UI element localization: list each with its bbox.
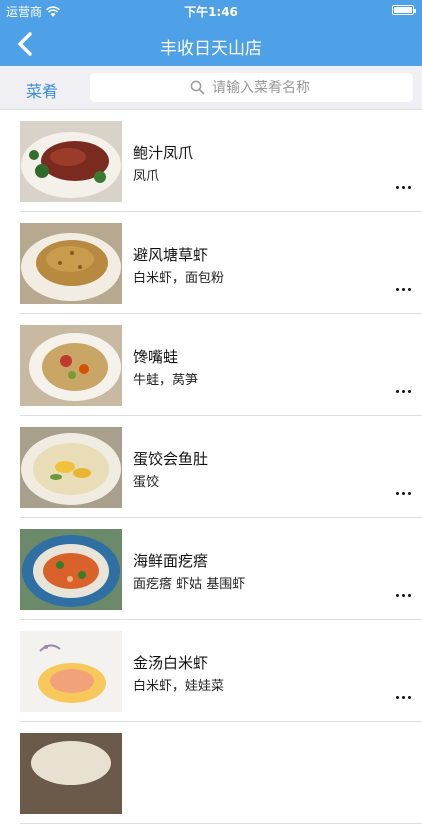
dish-ingredients: 白米虾，娃娃菜: [133, 679, 225, 694]
ellipsis-icon: [396, 492, 399, 495]
list-item[interactable]: 金汤白米虾 白米虾，娃娃菜: [0, 620, 422, 722]
status-bar: 运营商 下午1:46: [0, 0, 422, 22]
ellipsis-icon: [396, 696, 399, 699]
ellipsis-icon: [396, 390, 399, 393]
dish-name: 馋嘴蛙: [133, 348, 179, 366]
dish-ingredients: 白米虾，面包粉: [133, 271, 225, 286]
more-button[interactable]: [396, 590, 412, 602]
dish-ingredients: 面疙瘩 虾姑 基围虾: [133, 577, 246, 592]
list-item[interactable]: 鲍汁凤爪 凤爪: [0, 110, 422, 212]
ellipsis-icon: [396, 186, 399, 189]
search-icon: [190, 80, 205, 95]
list-item[interactable]: 避风塘草虾 白米虾，面包粉: [0, 212, 422, 314]
dish-image: [20, 631, 122, 712]
list-item[interactable]: 蛋饺会鱼肚 蛋饺: [0, 416, 422, 518]
dish-image: [20, 325, 122, 406]
more-button[interactable]: [396, 488, 412, 500]
dish-list: 鲍汁凤爪 凤爪 避风塘草虾 白米虾，面包粉 馋嘴蛙 牛蛙，莴笋 蛋饺会鱼肚 蛋饺…: [0, 110, 422, 824]
more-button[interactable]: [396, 182, 412, 194]
dish-image: [20, 223, 122, 304]
list-item[interactable]: 馋嘴蛙 牛蛙，莴笋: [0, 314, 422, 416]
dish-name: 蛋饺会鱼肚: [133, 450, 209, 468]
dish-ingredients: 牛蛙，莴笋: [133, 373, 199, 388]
dish-image: [20, 529, 122, 610]
list-item[interactable]: [0, 722, 422, 824]
dish-image: [20, 427, 122, 508]
dish-name: 金汤白米虾: [133, 654, 209, 672]
search-row: 菜肴: [0, 66, 422, 110]
dish-name: 避风塘草虾: [133, 246, 209, 264]
dish-image: [20, 733, 122, 814]
category-button[interactable]: 菜肴: [26, 78, 58, 102]
ellipsis-icon: [396, 594, 399, 597]
ellipsis-icon: [396, 288, 399, 291]
search-input[interactable]: [212, 77, 402, 98]
dish-ingredients: 蛋饺: [133, 475, 160, 490]
more-button[interactable]: [396, 692, 412, 704]
dish-ingredients: 凤爪: [133, 169, 160, 184]
list-item[interactable]: 海鲜面疙瘩 面疙瘩 虾姑 基围虾: [0, 518, 422, 620]
dish-name: 鲍汁凤爪: [133, 144, 194, 162]
dish-image: [20, 121, 122, 202]
battery-icon: [392, 5, 416, 15]
page-title: 丰收日天山店: [160, 39, 262, 59]
navigation-bar: 丰收日天山店: [0, 22, 422, 66]
more-button[interactable]: [396, 284, 412, 296]
dish-name: 海鲜面疙瘩: [133, 552, 209, 570]
status-time: 下午1:46: [184, 5, 238, 19]
more-button[interactable]: [396, 386, 412, 398]
